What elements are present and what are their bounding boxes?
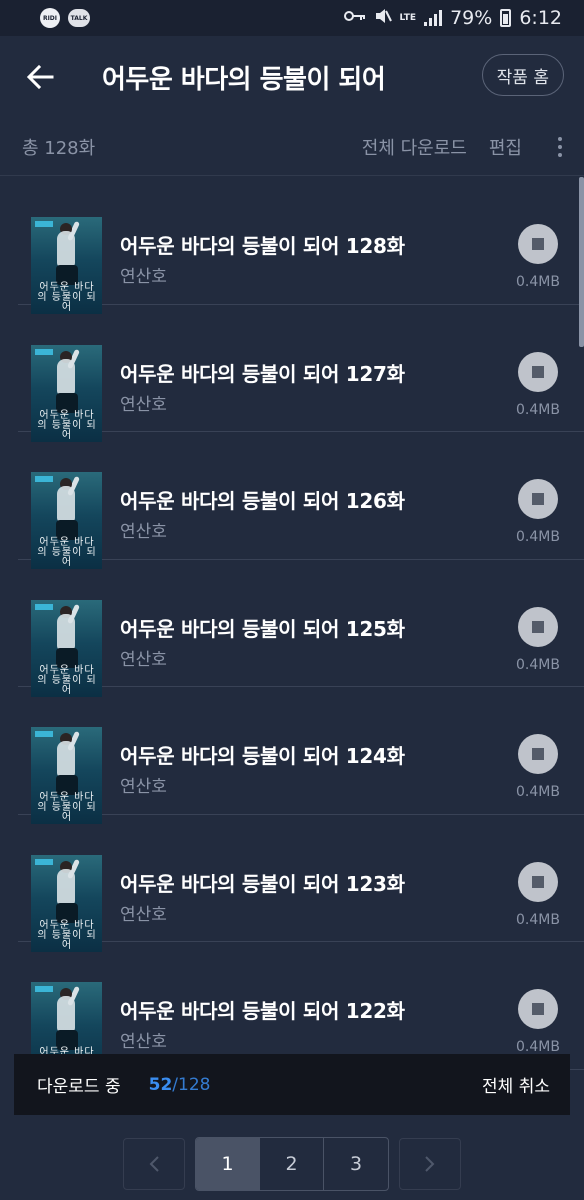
status-bar: RIDI TALK LTE 79% 6:12 <box>0 0 584 36</box>
prev-page-button[interactable] <box>123 1138 185 1190</box>
episode-row[interactable]: 어두운 바다의 등불이 되어 어두운 바다의 등불이 되어 123화 연산호 0… <box>18 815 584 952</box>
lte-indicator: LTE <box>399 12 417 23</box>
download-total: 128 <box>178 1074 211 1095</box>
episode-title: 어두운 바다의 등불이 되어 123화 <box>120 871 405 896</box>
cancel-all-button[interactable]: 전체 취소 <box>482 1072 550 1097</box>
episode-author: 연산호 <box>120 649 167 670</box>
toolbar-actions: 전체 다운로드 편집 <box>362 132 562 162</box>
ridi-app-icon: RIDI <box>40 8 60 28</box>
scrollbar-thumb[interactable] <box>579 177 584 347</box>
page-button-2[interactable]: 2 <box>260 1138 324 1190</box>
back-arrow-icon <box>26 65 54 89</box>
stop-download-button[interactable] <box>518 479 558 519</box>
stop-icon <box>532 875 544 888</box>
status-left: RIDI TALK <box>40 8 90 28</box>
episode-row[interactable]: 어두운 바다의 등불이 되어 어두운 바다의 등불이 되어 126화 연산호 0… <box>18 432 584 569</box>
episode-file-size: 0.4MB <box>516 784 560 800</box>
page-button-1[interactable]: 1 <box>196 1138 260 1190</box>
download-progress-count: 52/128 <box>149 1075 211 1095</box>
signal-icon <box>424 10 443 26</box>
episode-file-size: 0.4MB <box>516 401 560 418</box>
episode-total-count: 총 128화 <box>22 137 96 159</box>
more-vert-icon <box>558 136 562 157</box>
top-app-bar: 어두운 바다의 등불이 되어 작품 홈 <box>0 36 584 118</box>
clock: 6:12 <box>519 7 562 29</box>
chevron-left-icon <box>149 1156 159 1172</box>
episode-file-size: 0.4MB <box>516 274 560 290</box>
download-progress-bar: 다운로드 중 52/128 전체 취소 <box>14 1054 570 1115</box>
stop-icon <box>532 1003 544 1015</box>
pagination: 1 2 3 <box>0 1137 584 1191</box>
stop-icon <box>532 620 544 633</box>
episode-title: 어두운 바다의 등불이 되어 125화 <box>120 616 405 641</box>
stop-icon <box>532 365 544 378</box>
battery-icon <box>500 9 512 27</box>
episode-row[interactable]: 어두운 바다의 등불이 되어 어두운 바다의 등불이 되어 124화 연산호 0… <box>18 687 584 824</box>
episode-file-size: 0.4MB <box>516 911 560 928</box>
episode-author: 연산호 <box>120 1032 167 1052</box>
episode-author: 연산호 <box>120 394 167 415</box>
stop-icon <box>532 748 544 760</box>
episode-thumbnail: 어두운 바다의 등불이 되어 <box>31 217 102 314</box>
download-all-button[interactable]: 전체 다운로드 <box>362 134 467 160</box>
stop-download-button[interactable] <box>518 224 558 264</box>
episode-title: 어두운 바다의 등불이 되어 122화 <box>120 999 405 1023</box>
episode-file-size: 0.4MB <box>516 529 560 545</box>
stop-download-button[interactable] <box>518 861 558 902</box>
episode-row[interactable]: 어두운 바다의 등불이 되어 어두운 바다의 등불이 되어 122화 연산호 0… <box>18 942 584 1079</box>
edit-button[interactable]: 편집 <box>489 134 522 160</box>
episode-row[interactable]: 어두운 바다의 등불이 되어 어두운 바다의 등불이 되어 128화 연산호 0… <box>18 177 584 314</box>
chevron-right-icon <box>425 1156 435 1172</box>
page-number-group: 1 2 3 <box>195 1137 389 1191</box>
talk-app-icon: TALK <box>68 9 90 27</box>
work-home-button[interactable]: 작품 홈 <box>481 54 564 96</box>
episode-thumbnail: 어두운 바다의 등불이 되어 <box>31 727 102 824</box>
episode-row[interactable]: 어두운 바다의 등불이 되어 어두운 바다의 등불이 되어 125화 연산호 0… <box>18 560 584 697</box>
page-title: 어두운 바다의 등불이 되어 <box>102 64 386 95</box>
episode-author: 연산호 <box>120 777 167 797</box>
episode-file-size: 0.4MB <box>516 656 560 673</box>
episode-title: 어두운 바다의 등불이 되어 127화 <box>120 361 405 386</box>
episode-author: 연산호 <box>120 267 167 287</box>
mute-icon <box>374 7 392 29</box>
episode-author: 연산호 <box>120 904 167 925</box>
episode-thumbnail: 어두운 바다의 등불이 되어 <box>31 599 102 697</box>
page-button-3[interactable]: 3 <box>324 1138 388 1190</box>
key-icon <box>343 9 366 27</box>
back-button[interactable] <box>0 36 80 118</box>
episode-thumbnail: 어두운 바다의 등불이 되어 <box>31 344 102 442</box>
episode-title: 어두운 바다의 등불이 되어 128화 <box>120 234 405 258</box>
stop-download-button[interactable] <box>518 606 558 647</box>
stop-download-button[interactable] <box>518 734 558 774</box>
battery-percent: 79% <box>450 7 493 29</box>
episode-thumbnail: 어두운 바다의 등불이 되어 <box>31 472 102 569</box>
stop-download-button[interactable] <box>518 351 558 392</box>
list-toolbar: 총 128화 전체 다운로드 편집 <box>0 118 584 176</box>
episode-row[interactable]: 어두운 바다의 등불이 되어 어두운 바다의 등불이 되어 127화 연산호 0… <box>18 305 584 442</box>
downloading-label: 다운로드 중 <box>37 1077 121 1097</box>
episode-title: 어두운 바다의 등불이 되어 126화 <box>120 489 405 513</box>
stop-icon <box>532 493 544 505</box>
next-page-button[interactable] <box>399 1138 461 1190</box>
stop-download-button[interactable] <box>518 989 558 1029</box>
status-right: LTE 79% 6:12 <box>343 7 562 29</box>
download-current: 52 <box>148 1074 173 1095</box>
episode-author: 연산호 <box>120 522 167 542</box>
episode-list[interactable]: 어두운 바다의 등불이 되어 어두운 바다의 등불이 되어 128화 연산호 0… <box>0 177 584 1130</box>
episode-file-size: 0.4MB <box>516 1039 560 1055</box>
download-progress-info: 다운로드 중 52/128 <box>37 1072 211 1098</box>
episode-thumbnail: 어두운 바다의 등불이 되어 <box>31 854 102 952</box>
stop-icon <box>532 238 544 250</box>
more-options-button[interactable] <box>532 132 562 162</box>
episode-title: 어두운 바다의 등불이 되어 124화 <box>120 744 405 768</box>
